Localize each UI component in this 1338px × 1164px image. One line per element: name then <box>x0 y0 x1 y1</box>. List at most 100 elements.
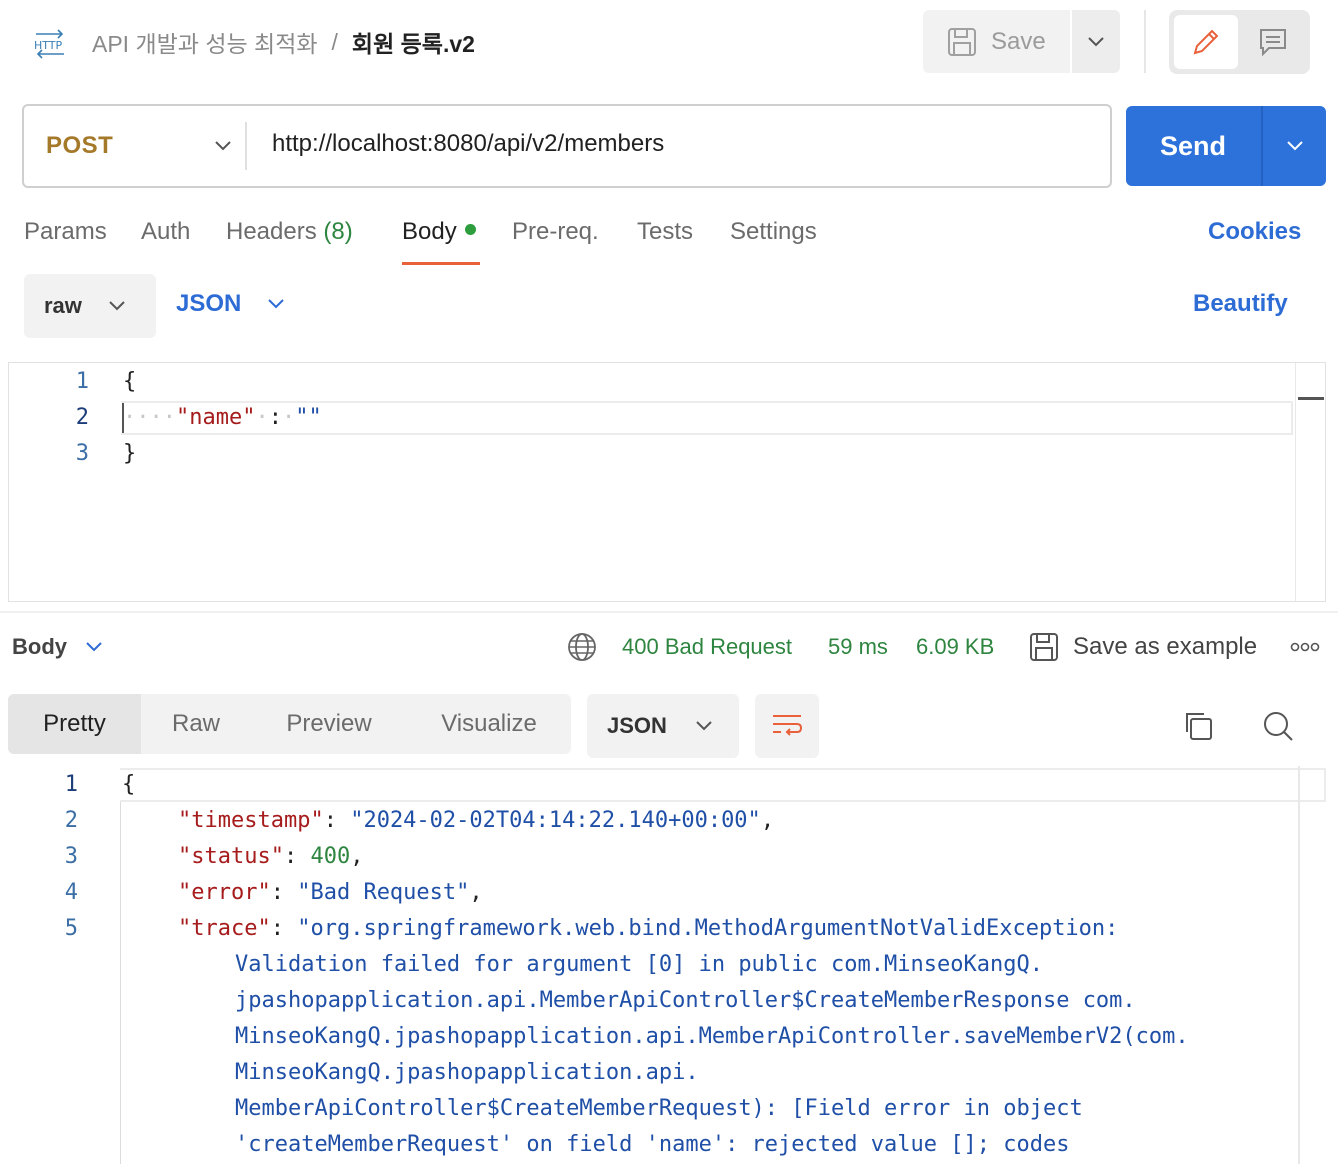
url-bar: POST http://localhost:8080/api/v2/member… <box>22 104 1112 188</box>
active-tab-underline <box>402 262 480 265</box>
tab-auth[interactable]: Auth <box>141 218 190 252</box>
tab-headers-label: Headers <box>226 218 317 245</box>
chevron-down-icon <box>86 642 102 652</box>
save-button-group: Save <box>923 10 1120 73</box>
cookies-link[interactable]: Cookies <box>1208 218 1301 246</box>
mode-toggle <box>1169 10 1310 74</box>
body-type-select[interactable]: raw <box>24 274 156 338</box>
code-line: { <box>123 369 137 394</box>
code-line: { <box>122 772 136 797</box>
minimap-marker <box>1298 397 1324 400</box>
json-key: "name" <box>175 405 256 430</box>
pane-divider[interactable] <box>0 611 1338 613</box>
tab-body-label: Body <box>402 218 457 245</box>
json-colon: : <box>268 405 282 430</box>
minimap-scrollbar[interactable] <box>1295 363 1325 601</box>
code-line: "error": "Bad Request", <box>178 880 483 905</box>
chevron-down-icon <box>109 301 125 311</box>
wrap-lines-button[interactable] <box>755 694 819 758</box>
chevron-down-icon <box>215 141 231 151</box>
json-value: "org.springframework.web.bind.MethodArgu… <box>297 916 1119 941</box>
whitespace-dot: · <box>255 405 269 430</box>
code-line: } <box>123 441 137 466</box>
code-wrap-line: Validation failed for argument [0] in pu… <box>235 952 1043 977</box>
line-number: 3 <box>64 844 78 869</box>
json-key: "status" <box>178 844 284 869</box>
wrap-lines-icon <box>773 715 803 736</box>
tab-prereq[interactable]: Pre-req. <box>512 218 599 252</box>
response-time[interactable]: 59 ms <box>828 634 888 660</box>
breadcrumb-collection[interactable]: API 개발과 성능 최적화 <box>92 25 318 59</box>
chevron-down-icon <box>1286 141 1303 151</box>
send-options-button[interactable] <box>1263 106 1326 186</box>
response-status[interactable]: 400 Bad Request <box>622 634 792 660</box>
more-options-icon[interactable] <box>1290 640 1320 658</box>
code-line: "timestamp": "2024-02-02T04:14:22.140+00… <box>178 808 775 833</box>
json-value: "" <box>295 405 322 430</box>
body-language-label: JSON <box>176 290 242 317</box>
response-view-tabs: Pretty Raw Preview Visualize <box>8 694 571 754</box>
response-format-label: JSON <box>607 713 667 738</box>
breadcrumb-separator: / <box>331 28 338 55</box>
line-number: 2 <box>64 808 78 833</box>
chevron-down-icon <box>1088 36 1104 46</box>
save-options-button[interactable] <box>1072 10 1120 73</box>
comments-mode-button[interactable] <box>1241 15 1305 69</box>
view-tab-preview[interactable]: Preview <box>251 694 407 754</box>
whitespace-dots: ···· <box>123 405 176 430</box>
json-value: "2024-02-02T04:14:22.140+00:00" <box>350 808 761 833</box>
response-section-label: Body <box>12 634 67 659</box>
pencil-icon <box>1193 29 1219 55</box>
method-select[interactable]: POST <box>46 106 242 186</box>
url-input[interactable]: http://localhost:8080/api/v2/members <box>272 130 664 158</box>
json-key: "timestamp" <box>178 808 324 833</box>
code-wrap-line: MinseoKangQ.jpashopapplication.api.Membe… <box>235 1024 1189 1049</box>
line-number: 2 <box>75 405 89 430</box>
chevron-down-icon <box>696 721 712 731</box>
view-tab-visualize[interactable]: Visualize <box>407 694 571 754</box>
body-indicator-dot <box>464 224 476 236</box>
header-divider <box>1144 10 1146 73</box>
line-number: 5 <box>64 916 78 941</box>
json-value: "Bad Request" <box>297 880 470 905</box>
text-cursor <box>122 403 124 433</box>
code-wrap-line: jpashopapplication.api.MemberApiControll… <box>235 988 1136 1013</box>
tab-tests[interactable]: Tests <box>637 218 693 252</box>
scrollbar[interactable] <box>1298 766 1300 1164</box>
code-line: "status": 400, <box>178 844 364 869</box>
http-icon: HTTP <box>32 26 68 60</box>
save-button[interactable]: Save <box>923 10 1070 73</box>
request-name[interactable]: 회원 등록.v2 <box>352 25 475 59</box>
search-icon[interactable] <box>1262 710 1294 747</box>
code-wrap-line: 'createMemberRequest' on field 'name': r… <box>235 1132 1070 1157</box>
tab-body[interactable]: Body <box>402 218 476 252</box>
response-size[interactable]: 6.09 KB <box>916 634 994 660</box>
headers-count: (8) <box>323 218 353 245</box>
line-number: 1 <box>64 772 78 797</box>
copy-icon[interactable] <box>1182 710 1214 747</box>
code-line: ····"name"·:·"" <box>123 405 322 430</box>
send-button-group: Send <box>1126 106 1326 186</box>
tab-params[interactable]: Params <box>24 218 107 252</box>
send-button[interactable]: Send <box>1126 106 1260 186</box>
body-language-select[interactable]: JSON <box>176 290 285 318</box>
response-section-select[interactable]: Body <box>12 634 103 660</box>
globe-icon[interactable] <box>567 632 597 667</box>
view-tab-pretty[interactable]: Pretty <box>8 694 141 754</box>
edit-mode-button[interactable] <box>1174 15 1238 69</box>
json-value: 400 <box>310 844 351 869</box>
whitespace-dot: · <box>281 405 296 430</box>
beautify-link[interactable]: Beautify <box>1193 290 1288 318</box>
response-body-viewer[interactable]: 1 2 3 4 5 { "timestamp": "2024-02-02T04:… <box>8 766 1326 1164</box>
view-tab-raw[interactable]: Raw <box>141 694 251 754</box>
tab-settings[interactable]: Settings <box>730 218 817 252</box>
url-divider <box>245 122 247 170</box>
line-number: 1 <box>75 369 89 394</box>
save-label: Save <box>991 27 1046 55</box>
response-format-select[interactable]: JSON <box>587 694 739 758</box>
comment-icon <box>1260 29 1286 57</box>
line-number: 3 <box>75 441 89 466</box>
save-as-example-button[interactable]: Save as example <box>1029 632 1257 662</box>
request-body-editor[interactable]: 1 2 3 { ····"name"·:·"" } <box>8 362 1326 602</box>
tab-headers[interactable]: Headers (8) <box>226 218 353 252</box>
